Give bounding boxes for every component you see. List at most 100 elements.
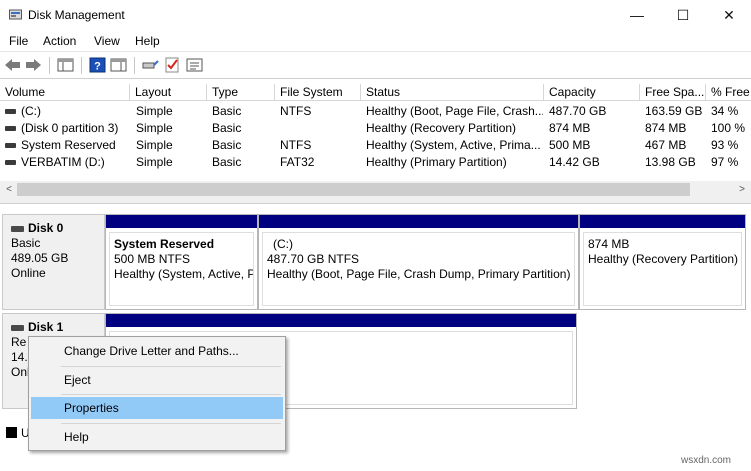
back-arrow-icon[interactable]	[4, 57, 21, 73]
disk-management-app-icon	[9, 9, 22, 20]
table-row[interactable]: VERBATIM (D:) Simple Basic FAT32 Healthy…	[0, 154, 751, 171]
maximize-button[interactable]: ☐	[660, 0, 706, 30]
menu-separator	[61, 423, 281, 424]
column-header-status[interactable]: Status	[361, 84, 544, 101]
connect-icon[interactable]	[142, 57, 159, 73]
cell-percent-free: 100 %	[711, 121, 746, 135]
watermark: wsxdn.com	[681, 455, 732, 466]
partition-size: 874 MB	[588, 237, 630, 251]
partition-name: System Reserved	[114, 237, 215, 251]
partition-bar	[580, 215, 745, 228]
scrollbar-thumb[interactable]	[17, 183, 690, 196]
disk-icon	[11, 324, 24, 331]
help-icon[interactable]: ?	[89, 57, 106, 73]
partition-c-drive[interactable]: (C:) 487.70 GB NTFS Healthy (Boot, Page …	[258, 214, 579, 310]
scroll-left-arrow-icon[interactable]: <	[2, 182, 16, 197]
column-header-layout[interactable]: Layout	[130, 84, 207, 101]
cell-layout: Simple	[136, 138, 173, 152]
disk-type: Basic	[11, 236, 41, 250]
cell-percent-free: 97 %	[711, 155, 739, 169]
menu-item-help[interactable]: Help	[31, 426, 283, 448]
volume-icon	[5, 126, 16, 131]
cell-file-system: FAT32	[280, 155, 315, 169]
disk-icon	[11, 225, 24, 232]
cell-type: Basic	[212, 138, 242, 152]
column-header-volume[interactable]: Volume	[0, 84, 130, 101]
cell-free-space: 13.98 GB	[645, 155, 696, 169]
menu-file[interactable]: File	[9, 34, 28, 48]
cell-capacity: 487.70 GB	[549, 104, 607, 118]
cell-volume: (Disk 0 partition 3)	[21, 121, 119, 135]
toolbar-separator	[134, 57, 135, 74]
column-header-percent-free[interactable]: % Free	[706, 84, 751, 101]
toolbar: ?	[0, 52, 751, 79]
partition-status: Healthy (Recovery Partition)	[588, 252, 739, 266]
scroll-right-arrow-icon[interactable]: >	[735, 182, 749, 197]
legend-swatch-unallocated	[6, 427, 17, 438]
cell-volume: VERBATIM (D:)	[21, 155, 105, 169]
column-header-capacity[interactable]: Capacity	[544, 84, 640, 101]
disk-name: Disk 1	[28, 320, 64, 334]
partition-bar	[106, 314, 576, 327]
action-pane-icon[interactable]	[110, 57, 127, 73]
toolbar-separator	[49, 57, 50, 74]
cell-status: Healthy (Recovery Partition)	[366, 121, 517, 135]
partition-recovery[interactable]: 874 MB Healthy (Recovery Partition)	[579, 214, 746, 310]
toolbar-separator	[81, 57, 82, 74]
menu-separator	[61, 394, 281, 395]
cell-status: Healthy (Boot, Page File, Crash...	[366, 104, 543, 118]
cell-percent-free: 34 %	[711, 104, 739, 118]
cell-file-system: NTFS	[280, 138, 312, 152]
disk-name: Disk 0	[28, 221, 64, 235]
cell-file-system: NTFS	[280, 104, 312, 118]
disk-0-label[interactable]: Disk 0 Basic 489.05 GB Online	[2, 214, 105, 310]
cell-type: Basic	[212, 104, 242, 118]
properties-sheet-icon[interactable]	[186, 57, 203, 73]
cell-layout: Simple	[136, 104, 173, 118]
disk-state: Online	[11, 266, 46, 280]
column-header-type[interactable]: Type	[207, 84, 275, 101]
menu-help[interactable]: Help	[135, 34, 160, 48]
volume-icon	[5, 109, 16, 114]
cell-free-space: 467 MB	[645, 138, 687, 152]
console-tree-icon[interactable]	[57, 57, 74, 73]
cell-file-system	[280, 120, 360, 137]
menu-separator	[61, 366, 281, 367]
partition-system-reserved[interactable]: System Reserved 500 MB NTFS Healthy (Sys…	[105, 214, 258, 310]
volume-icon	[5, 160, 16, 165]
cell-capacity: 500 MB	[549, 138, 591, 152]
menu-item-properties[interactable]: Properties	[31, 397, 283, 419]
partition-status: Healthy (Boot, Page File, Crash Dump, Pr…	[267, 267, 571, 281]
volume-icon	[5, 143, 16, 148]
column-header-free-space[interactable]: Free Spa...	[640, 84, 706, 101]
cell-free-space: 163.59 GB	[645, 104, 703, 118]
cell-capacity: 14.42 GB	[549, 155, 600, 169]
cell-free-space: 874 MB	[645, 121, 687, 135]
cell-layout: Simple	[136, 121, 173, 135]
partition-size: 487.70 GB NTFS	[267, 252, 360, 266]
cell-volume: System Reserved	[21, 138, 116, 152]
window-title: Disk Management	[28, 8, 125, 22]
menu-view[interactable]: View	[94, 34, 120, 48]
table-row[interactable]: (C:) Simple Basic NTFS Healthy (Boot, Pa…	[0, 103, 751, 120]
horizontal-scrollbar[interactable]: < >	[0, 181, 751, 198]
partition-status: Healthy (System, Active, P	[114, 267, 254, 281]
cell-type: Basic	[212, 121, 242, 135]
disk-size: 489.05 GB	[11, 251, 69, 265]
cell-capacity: 874 MB	[549, 121, 591, 135]
menu-action[interactable]: Action	[43, 34, 76, 48]
cell-volume: (C:)	[21, 104, 41, 118]
checklist-icon[interactable]	[164, 57, 181, 73]
menu-item-eject[interactable]: Eject	[31, 369, 283, 391]
column-header-file-system[interactable]: File System	[275, 84, 361, 101]
close-button[interactable]: ✕	[706, 0, 751, 30]
title-bar: Disk Management — ☐ ✕	[0, 0, 751, 30]
cell-layout: Simple	[136, 155, 173, 169]
table-row[interactable]: (Disk 0 partition 3) Simple Basic Health…	[0, 120, 751, 137]
table-row[interactable]: System Reserved Simple Basic NTFS Health…	[0, 137, 751, 154]
minimize-button[interactable]: —	[614, 0, 660, 30]
partition-bar	[106, 215, 257, 228]
forward-arrow-icon[interactable]	[25, 57, 42, 73]
partition-bar	[259, 215, 578, 228]
menu-item-change-drive-letter[interactable]: Change Drive Letter and Paths...	[31, 340, 283, 362]
